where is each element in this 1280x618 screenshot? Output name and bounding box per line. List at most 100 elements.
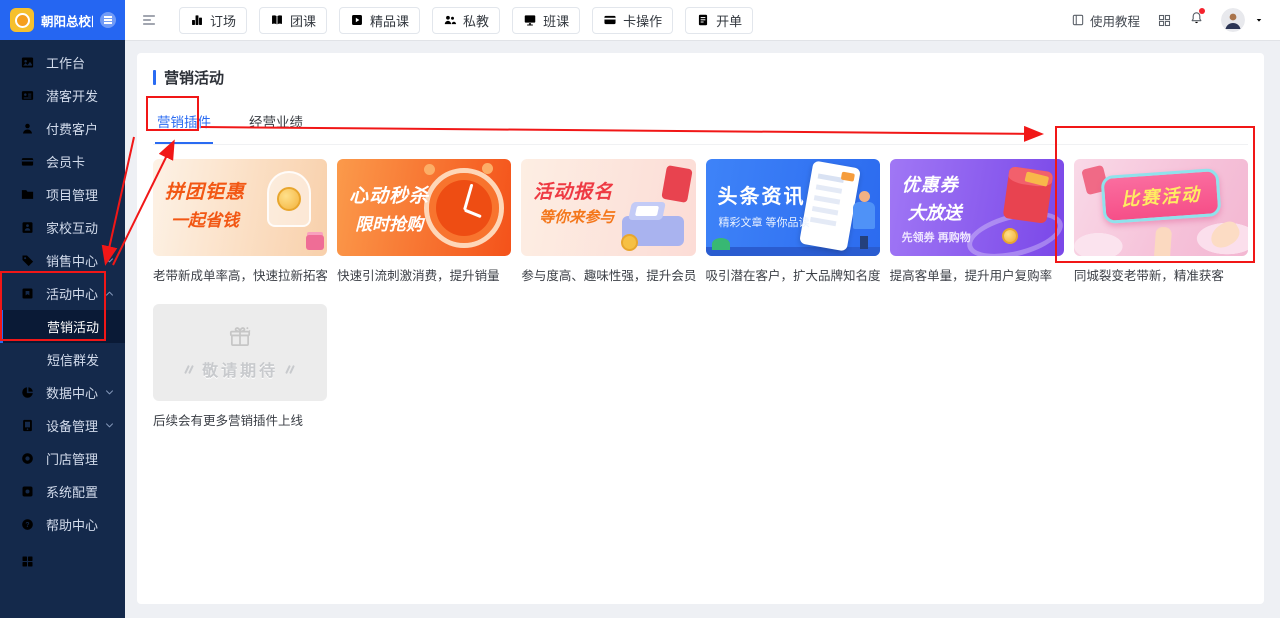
config-icon bbox=[20, 484, 35, 499]
store-icon bbox=[20, 451, 35, 466]
sidebar-item-device-mgmt[interactable]: 设备管理 bbox=[0, 409, 125, 442]
tab-bar: 营销插件经营业绩 bbox=[153, 103, 1248, 145]
sidebar-menu: 工作台 潜客开发 付费客户 会员卡 项目管理 bbox=[0, 40, 125, 554]
pie-icon bbox=[20, 385, 35, 400]
school-logo bbox=[10, 8, 34, 32]
card-banner: 拼团钜惠 一起省钱 bbox=[153, 159, 327, 256]
banner-illustration bbox=[1154, 226, 1172, 256]
user-avatar[interactable] bbox=[1221, 8, 1245, 32]
sidebar-item-marketing-activity[interactable]: 营销活动 bbox=[0, 310, 125, 343]
quick-action-term-class[interactable]: 班课 bbox=[512, 7, 580, 34]
content-area: 营销活动 营销插件经营业绩 拼团钜惠 一起省钱 bbox=[125, 40, 1280, 618]
sidebar-collapse-icon[interactable] bbox=[100, 12, 116, 28]
card-contest[interactable]: 比赛活动 同城裂变老带新，精准获客 bbox=[1074, 159, 1248, 284]
apps-grid-icon[interactable] bbox=[20, 554, 35, 569]
sidebar-item-lead-dev[interactable]: 潜客开发 bbox=[0, 79, 125, 112]
banner-title: 拼团钜惠 bbox=[165, 177, 327, 204]
user-pay-icon bbox=[20, 121, 35, 136]
chevron-icon bbox=[104, 387, 115, 398]
banner-title: 头条资讯 bbox=[718, 180, 880, 209]
school-name: 朝阳总校区 bbox=[41, 11, 93, 30]
chevron-icon bbox=[104, 420, 115, 431]
avatar-caret-down-icon[interactable] bbox=[1254, 15, 1264, 25]
sidebar-item-sms-bulk[interactable]: 短信群发 bbox=[0, 343, 125, 376]
app-window: 朝阳总校区 工作台 潜客开发 付费客户 会员卡 bbox=[0, 0, 1280, 618]
quick-action-card-ops[interactable]: 卡操作 bbox=[592, 7, 673, 34]
quick-action-new-order[interactable]: 开单 bbox=[685, 7, 753, 34]
page-title: 营销活动 bbox=[153, 67, 1248, 88]
quick-action-booking[interactable]: 订场 bbox=[179, 7, 247, 34]
menu-fold-icon[interactable] bbox=[141, 12, 157, 28]
card-flash-sale[interactable]: 心动秒杀 限时抢购 快速引流刺激消费，提升销量 bbox=[337, 159, 511, 284]
tutorial-button[interactable]: 使用教程 bbox=[1071, 11, 1140, 30]
decor-mark-left bbox=[185, 364, 194, 375]
card-coupons[interactable]: 优惠券 大放送 先领券 再购物 提高客单量，提升用户复购率 bbox=[890, 159, 1064, 284]
sidebar-item-store-mgmt[interactable]: 门店管理 bbox=[0, 442, 125, 475]
card-banner: 头条资讯 精彩文章 等你品读 bbox=[706, 159, 880, 256]
users-icon bbox=[443, 13, 457, 27]
course-icon bbox=[350, 13, 364, 27]
banner-title: 优惠券 bbox=[902, 171, 1064, 197]
book-icon bbox=[270, 13, 284, 27]
title-accent-bar bbox=[153, 70, 156, 85]
chevron-icon bbox=[104, 288, 115, 299]
chevron-icon bbox=[104, 255, 115, 266]
card-caption: 参与度高、趣味性强，提升会员活跃度 bbox=[521, 265, 695, 284]
quick-action-premium-class[interactable]: 精品课 bbox=[339, 7, 420, 34]
gift-icon bbox=[227, 324, 253, 350]
card-caption: 快速引流刺激消费，提升销量 bbox=[337, 265, 511, 284]
main-column: 订场 团课 精品课 私教 班课 卡操作 bbox=[125, 0, 1280, 618]
card-caption: 同城裂变老带新，精准获客 bbox=[1074, 265, 1248, 284]
card-caption: 老带新成单率高，快速拉新拓客 bbox=[153, 265, 327, 284]
screen-icon bbox=[523, 13, 537, 27]
activity-icon bbox=[20, 286, 35, 301]
banner-title: 心动秒杀 bbox=[349, 181, 511, 208]
card-caption: 提高客单量，提升用户复购率 bbox=[890, 265, 1064, 284]
bill-icon bbox=[696, 13, 710, 27]
coming-soon-caption: 后续会有更多营销插件上线 bbox=[153, 410, 327, 429]
banner-badge: 比赛活动 bbox=[1100, 168, 1221, 224]
coming-soon-row: 敬请期待 后续会有更多营销插件上线 bbox=[153, 304, 1248, 429]
court-icon bbox=[190, 13, 204, 27]
card-caption: 吸引潜在客户，扩大品牌知名度 bbox=[706, 265, 880, 284]
banner-subtitle: 先领券 再购物 bbox=[902, 229, 1064, 245]
card-groupon[interactable]: 拼团钜惠 一起省钱 老带新成单率高，快速拉新拓客 bbox=[153, 159, 327, 284]
card-signup[interactable]: 活动报名 等你来参与 参与度高、趣味性强，提升会员活跃度 bbox=[521, 159, 695, 284]
quick-actions: 订场 团课 精品课 私教 班课 卡操作 bbox=[179, 7, 753, 34]
banner-title-2: 一起省钱 bbox=[171, 206, 327, 231]
sidebar: 朝阳总校区 工作台 潜客开发 付费客户 会员卡 bbox=[0, 0, 125, 618]
device-icon bbox=[20, 418, 35, 433]
card-headlines[interactable]: 头条资讯 精彩文章 等你品读 吸引潜在客户，扩大品牌知名度 bbox=[706, 159, 880, 284]
sidebar-item-activity-center[interactable]: 活动中心 bbox=[0, 277, 125, 310]
sidebar-item-system-config[interactable]: 系统配置 bbox=[0, 475, 125, 508]
banner-subtitle: 精彩文章 等你品读 bbox=[719, 214, 880, 230]
sidebar-item-help-center[interactable]: 帮助中心 bbox=[0, 508, 125, 541]
card-banner: 活动报名 等你来参与 bbox=[521, 159, 695, 256]
coming-soon-text: 敬请期待 bbox=[202, 357, 278, 381]
tab-business-performance[interactable]: 经营业绩 bbox=[247, 103, 305, 144]
sidebar-item-sales-center[interactable]: 销售中心 bbox=[0, 244, 125, 277]
topbar-right: 使用教程 bbox=[1071, 8, 1264, 32]
sidebar-item-paying-customers[interactable]: 付费客户 bbox=[0, 112, 125, 145]
sidebar-header: 朝阳总校区 bbox=[0, 0, 125, 40]
quick-action-private-coach[interactable]: 私教 bbox=[432, 7, 500, 34]
sidebar-item-workbench[interactable]: 工作台 bbox=[0, 46, 125, 79]
tutorial-icon bbox=[1071, 13, 1085, 27]
card-banner: 心动秒杀 限时抢购 bbox=[337, 159, 511, 256]
sidebar-item-data-center[interactable]: 数据中心 bbox=[0, 376, 125, 409]
tab-marketing-plugins[interactable]: 营销插件 bbox=[155, 103, 213, 144]
dashboard-icon bbox=[20, 55, 35, 70]
notification-bell-icon[interactable] bbox=[1189, 10, 1204, 30]
banner-title: 活动报名 bbox=[533, 177, 695, 204]
sidebar-footer bbox=[0, 554, 125, 618]
qr-apps-icon[interactable] bbox=[1157, 13, 1172, 28]
notification-dot bbox=[1199, 8, 1205, 14]
sidebar-item-home-school[interactable]: 家校互动 bbox=[0, 211, 125, 244]
banner-illustration-2 bbox=[1207, 218, 1244, 252]
sidebar-item-project-mgmt[interactable]: 项目管理 bbox=[0, 178, 125, 211]
card-banner: 优惠券 大放送 先领券 再购物 bbox=[890, 159, 1064, 256]
card-banner: 比赛活动 bbox=[1074, 159, 1248, 256]
tag-icon bbox=[20, 253, 35, 268]
quick-action-group-class[interactable]: 团课 bbox=[259, 7, 327, 34]
sidebar-item-member-card[interactable]: 会员卡 bbox=[0, 145, 125, 178]
